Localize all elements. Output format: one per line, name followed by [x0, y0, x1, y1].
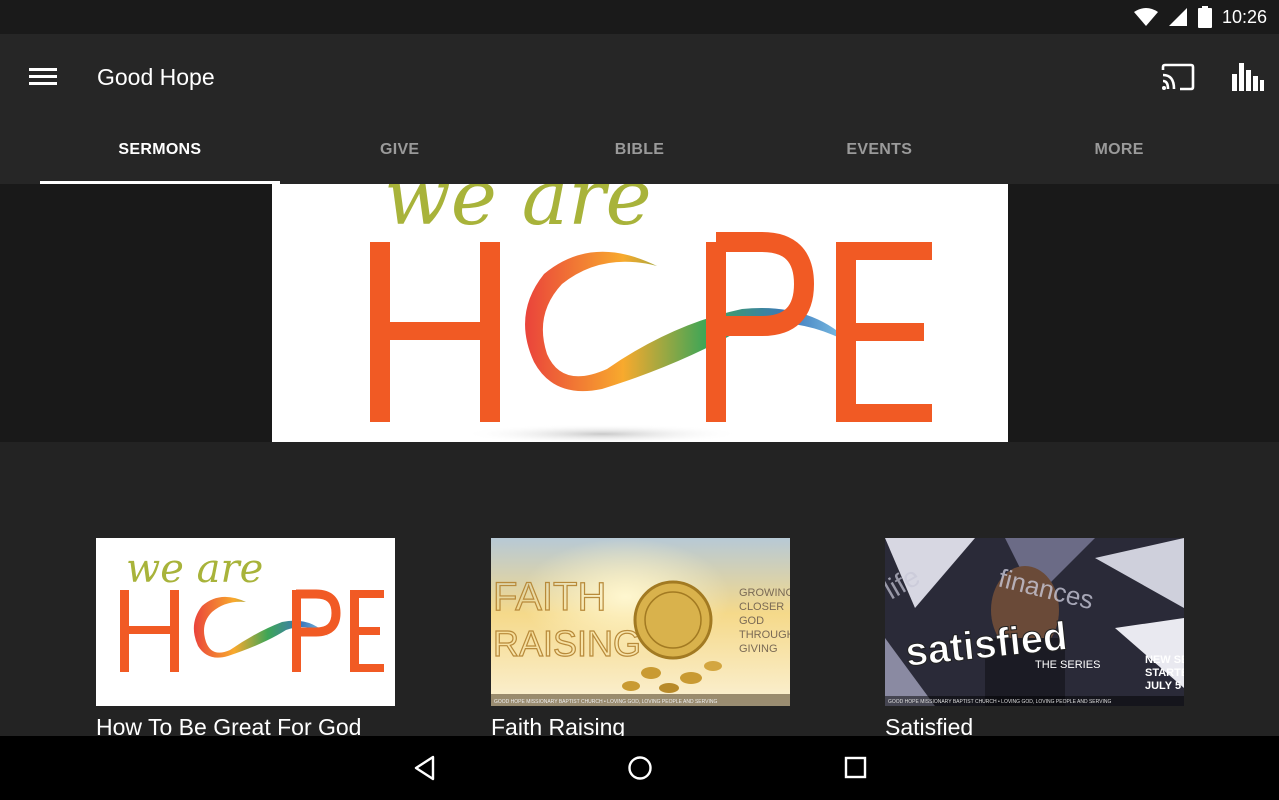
card-art-side-0: NEW SE [1145, 654, 1184, 666]
recents-button[interactable] [839, 752, 871, 784]
app-title: Good Hope [97, 64, 215, 90]
navigation-bar [0, 736, 1279, 800]
card-art-side-1: STARTE [1145, 667, 1184, 679]
sermon-thumbnail: life finances satisfied THE SERIES NEW S… [885, 538, 1184, 706]
card-art-sub: THE SERIES [1035, 659, 1100, 671]
app-bar: Good Hope SERMONS GIVE BIBLE EVENTS MORE [0, 34, 1279, 184]
sermon-card-2[interactable]: life finances satisfied THE SERIES NEW S… [885, 538, 1184, 741]
sermon-card-1[interactable]: FAITH RAISING GROWING CLOSER GOD THROUGH… [491, 538, 790, 741]
back-icon [414, 755, 435, 781]
card-art-side-4: GIVING [739, 643, 778, 655]
cast-icon [1161, 63, 1195, 91]
card-art-side-2: JULY 5 [1145, 680, 1181, 692]
status-time: 10:26 [1221, 6, 1267, 27]
tab-events[interactable]: EVENTS [759, 118, 999, 184]
wifi-icon [1133, 8, 1158, 26]
stats-button[interactable] [1228, 60, 1266, 92]
bar-chart-icon [1232, 63, 1264, 91]
tab-bar: SERMONS GIVE BIBLE EVENTS MORE [40, 118, 1239, 184]
status-bar: 10:26 [0, 0, 1279, 34]
menu-button[interactable] [26, 64, 60, 90]
card-art-line2: RAISING [493, 623, 641, 664]
recents-icon [844, 756, 867, 779]
home-button[interactable] [624, 752, 656, 784]
signal-icon [1168, 8, 1187, 26]
card-art-side-0: GROWING [739, 587, 790, 599]
sermon-card-0[interactable]: we are How To Be Great For God [96, 538, 395, 741]
hero-artwork: we are [370, 184, 932, 442]
card-art-footer: GOOD HOPE MISSIONARY BAPTIST CHURCH • LO… [494, 699, 717, 705]
sermon-thumbnail: we are [96, 538, 395, 706]
tab-bible[interactable]: BIBLE [520, 118, 760, 184]
menu-icon [29, 68, 57, 85]
cast-button[interactable] [1160, 62, 1196, 92]
card-art-footer: GOOD HOPE MISSIONARY BAPTIST CHURCH • LO… [888, 699, 1111, 705]
home-icon [628, 756, 652, 780]
tab-more[interactable]: MORE [999, 118, 1239, 184]
hero-script-text: we are [384, 184, 652, 243]
card-script-text: we are [126, 546, 263, 592]
battery-icon [1197, 6, 1212, 28]
card-art-side-1: CLOSER [739, 601, 784, 613]
back-button[interactable] [409, 752, 441, 784]
tab-sermons[interactable]: SERMONS [40, 118, 280, 184]
card-art-side-2: GOD [739, 615, 764, 627]
sermon-thumbnail: FAITH RAISING GROWING CLOSER GOD THROUGH… [491, 538, 790, 706]
card-art-side-3: THROUGH [739, 629, 790, 641]
tab-give[interactable]: GIVE [280, 118, 520, 184]
card-art-line1: FAITH [493, 575, 606, 619]
hero-banner[interactable]: we are [272, 184, 1008, 442]
